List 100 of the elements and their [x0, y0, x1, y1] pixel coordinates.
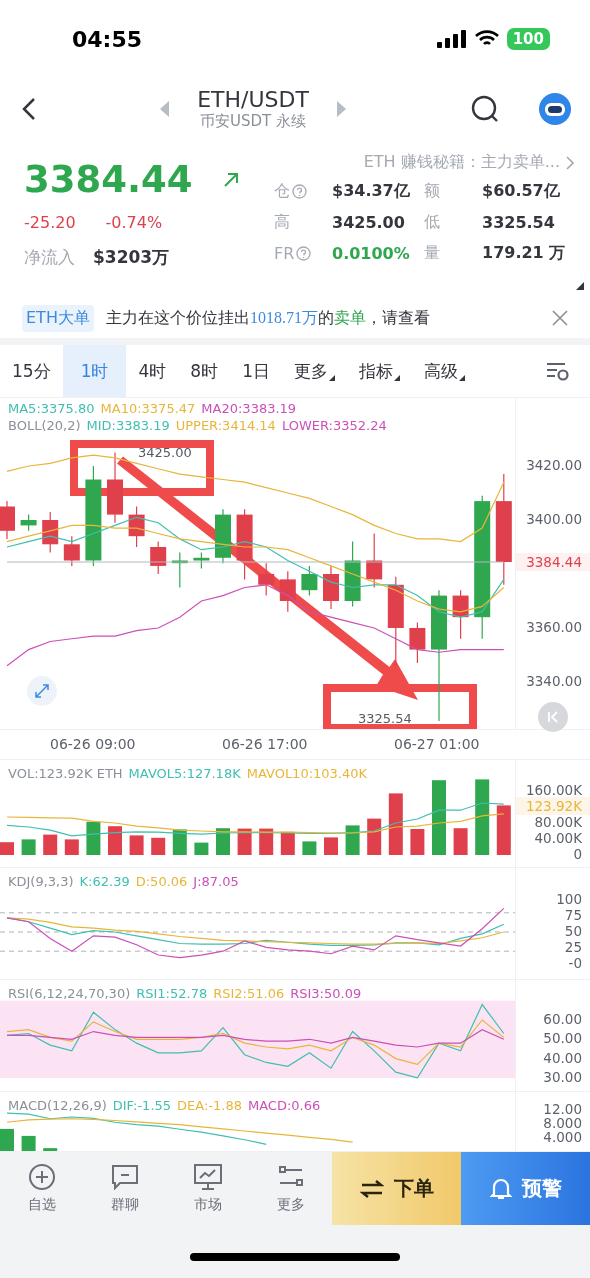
axis-tick-label: 60.00	[543, 1011, 582, 1027]
pair-title: ETH/USDT	[197, 87, 309, 112]
histogram-bar	[237, 828, 252, 855]
dropdown-caret-icon	[458, 375, 465, 381]
stat-label: 量	[424, 243, 440, 264]
close-button[interactable]	[552, 310, 568, 326]
histogram-bar	[453, 828, 468, 855]
histogram-bar	[0, 1128, 14, 1151]
candlestick	[150, 541, 167, 575]
timeframe-tab[interactable]: 高级	[411, 345, 477, 397]
help-icon[interactable]	[296, 246, 312, 261]
legend-label: DIF:-1.55	[112, 1098, 172, 1113]
search-button[interactable]	[470, 94, 500, 124]
chevron-right-icon[interactable]	[566, 155, 574, 170]
axis-tick-label: 30.00	[543, 1069, 582, 1085]
axis-tick-label: 12.00	[543, 1102, 582, 1117]
histogram-bar	[151, 837, 166, 855]
axis-tick-label: 8.000	[543, 1116, 582, 1131]
last-price: 3384.44	[24, 158, 193, 201]
swap-arrows-icon	[359, 1178, 384, 1199]
price-change: -25.20	[24, 213, 76, 232]
legend-label: RSI1:52.78	[136, 986, 208, 1001]
alert-button[interactable]: 预警	[461, 1152, 590, 1225]
histogram-bar	[324, 837, 338, 855]
candlestick	[323, 565, 339, 610]
histogram-bar	[194, 842, 209, 855]
legend-label: K:62.39	[79, 874, 130, 889]
price-change-percent: -0.74%	[105, 213, 163, 232]
candlestick	[258, 562, 275, 597]
timeframe-tab[interactable]: 8时	[178, 345, 231, 397]
timeframe-tab[interactable]: 1日	[230, 345, 282, 397]
back-button[interactable]	[22, 97, 36, 121]
legend-label: RSI3:50.09	[290, 986, 362, 1001]
candlestick	[279, 570, 296, 613]
collapse-button[interactable]	[538, 702, 568, 732]
nav-item[interactable]: 自选	[0, 1152, 83, 1225]
histogram-bar	[43, 834, 58, 855]
nav-item[interactable]: 更多	[249, 1152, 332, 1225]
legend-label: DEA:-1.88	[177, 1098, 242, 1113]
net-inflow-label: 净流入	[24, 246, 75, 269]
nav-item[interactable]: 市场	[166, 1152, 249, 1225]
candlestick	[42, 511, 59, 553]
monitor-chart-icon	[192, 1163, 223, 1191]
candlestick	[215, 508, 231, 564]
timeframe-tab[interactable]: 15分	[0, 345, 63, 397]
candlestick	[171, 551, 188, 589]
axis-tick-label: 3360.00	[526, 619, 582, 635]
low-price-label: 3325.54	[358, 711, 412, 726]
timeframe-tab[interactable]: 更多	[281, 345, 347, 397]
stat-value: $60.57亿	[482, 181, 560, 202]
nav-item[interactable]: 群聊	[83, 1152, 166, 1225]
histogram-bar	[129, 835, 144, 855]
stat-value: 3425.00	[332, 213, 405, 232]
histogram-bar	[108, 826, 122, 855]
axis-tick-label: 3400.00	[526, 512, 582, 527]
histogram-bar	[216, 828, 230, 855]
legend-label: MACD:0.66	[248, 1098, 321, 1113]
stat-value: 179.21 万	[482, 243, 566, 264]
axis-tick-label: 50	[564, 924, 582, 939]
legend-label: RSI(6,12,24,70,30)	[8, 986, 131, 1001]
histogram-bar	[259, 828, 274, 855]
market-subtitle: 币安USDT 永续	[200, 112, 306, 131]
stat-label: 低	[424, 212, 440, 233]
histogram-bar	[86, 821, 101, 855]
time-axis-label: 06-26 17:00	[222, 736, 308, 752]
histogram-bar	[388, 793, 403, 855]
stat-value: 0.0100%	[332, 244, 410, 263]
histogram-bar	[64, 839, 79, 855]
legend-label: BOLL(20,2)	[8, 418, 81, 433]
place-order-button[interactable]: 下单	[332, 1152, 461, 1225]
robot-avatar-button[interactable]	[538, 92, 572, 126]
legend-label: MA5:3375.80	[8, 401, 95, 416]
axis-tick-label: 40.00	[543, 1050, 582, 1066]
current-price-tag: 3384.44	[516, 553, 590, 571]
axis-tick-label: 25	[564, 940, 582, 955]
legend-label: J:87.05	[193, 874, 239, 889]
candlestick	[366, 532, 383, 589]
dropdown-caret-icon	[393, 375, 400, 381]
plus-circle-icon	[27, 1163, 56, 1191]
legend-label: MAVOL10:103.40K	[246, 766, 368, 781]
legend-label: KDJ(9,3,3)	[8, 874, 74, 889]
legend-label: UPPER:3414.14	[175, 418, 276, 433]
axis-tick-label: 160.00K	[525, 783, 582, 798]
next-triangle-icon[interactable]	[336, 101, 346, 117]
chart-settings-button[interactable]	[546, 361, 570, 381]
previous-triangle-icon[interactable]	[160, 101, 170, 117]
candlestick	[63, 535, 80, 567]
expand-button[interactable]	[27, 676, 57, 706]
help-icon[interactable]	[292, 184, 307, 199]
time-axis-label: 06-26 09:00	[50, 736, 136, 752]
timeframe-tab[interactable]: 指标	[346, 345, 412, 397]
axis-tick-label: 0	[573, 847, 582, 862]
chat-icon	[109, 1163, 140, 1191]
timeframe-tab[interactable]: 4时	[126, 345, 179, 397]
histogram-bar	[0, 842, 14, 855]
legend-label: MA20:3383.19	[201, 401, 297, 416]
net-inflow-value: $3203万	[93, 246, 170, 269]
bell-icon	[489, 1176, 512, 1201]
time-axis-label: 06-27 01:00	[394, 736, 480, 752]
stat-label: 高	[274, 212, 290, 233]
